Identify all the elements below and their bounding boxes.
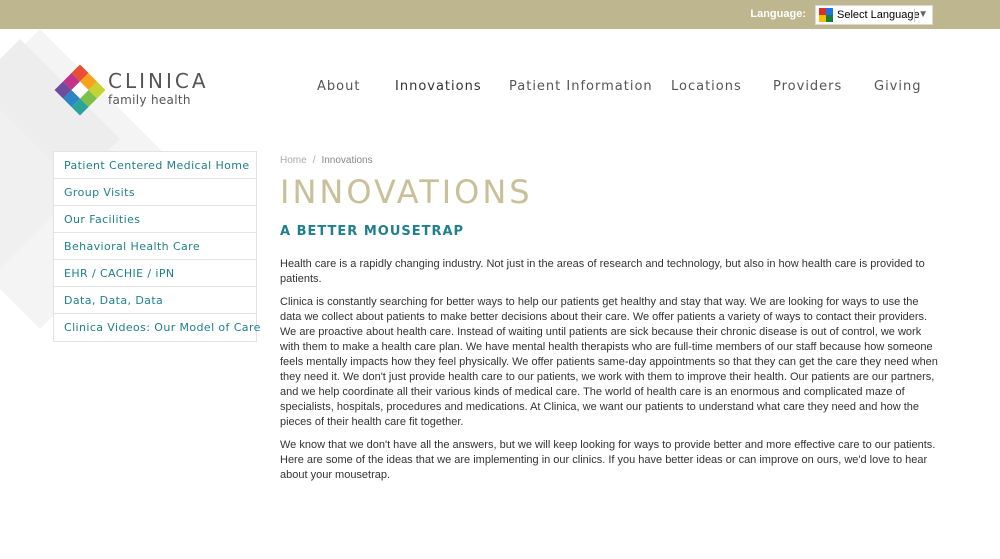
language-divider [914, 9, 915, 22]
sidebar-item-our-facilities[interactable]: Our Facilities [54, 206, 256, 233]
paragraph-intro: Health care is a rapidly changing indust… [280, 258, 925, 285]
language-label: Language: [750, 8, 806, 20]
paragraph-closing: We know that we don't have all the answe… [280, 439, 936, 481]
sidebar-item-group-visits[interactable]: Group Visits [54, 179, 256, 206]
page-title: INNOVATIONS [280, 173, 533, 211]
nav-providers[interactable]: Providers [773, 79, 842, 94]
google-icon [819, 8, 833, 22]
breadcrumb-current: Innovations [321, 155, 373, 166]
main-content: Home / Innovations INNOVATIONS A BETTER MO… [280, 155, 940, 483]
language-select-text: Select Language [837, 9, 920, 21]
chevron-down-icon[interactable]: ▼ [918, 9, 928, 20]
breadcrumb-separator: / [312, 155, 316, 166]
nav-locations[interactable]: Locations [671, 79, 742, 94]
nav-patient-information[interactable]: Patient Information [509, 79, 653, 94]
nav-innovations[interactable]: Innovations [395, 79, 482, 94]
nav-giving[interactable]: Giving [874, 79, 921, 94]
top-bar: Language: Select Language ▼ [0, 0, 1000, 29]
sidebar-item-ehr-cachie-ipn[interactable]: EHR / CACHIE / iPN [54, 260, 256, 287]
section-heading: A BETTER MOUSETRAP [280, 224, 465, 239]
paragraph-body: Clinica is constantly searching for bett… [280, 296, 938, 428]
sidebar-item-clinica-videos[interactable]: Clinica Videos: Our Model of Care [54, 314, 260, 341]
breadcrumb: Home / Innovations [280, 155, 940, 166]
sidebar-item-patient-centered-medical-home[interactable]: Patient Centered Medical Home [54, 152, 256, 179]
language-select[interactable]: Select Language ▼ [815, 5, 933, 25]
sidebar-item-behavioral-health-care[interactable]: Behavioral Health Care [54, 233, 256, 260]
breadcrumb-home[interactable]: Home [280, 155, 307, 166]
nav-about[interactable]: About [317, 79, 360, 94]
main-nav: About Innovations Patient Information Lo… [0, 79, 1000, 99]
sidebar-menu: Patient Centered Medical Home Group Visi… [53, 151, 260, 342]
sidebar-item-data[interactable]: Data, Data, Data [54, 287, 256, 314]
